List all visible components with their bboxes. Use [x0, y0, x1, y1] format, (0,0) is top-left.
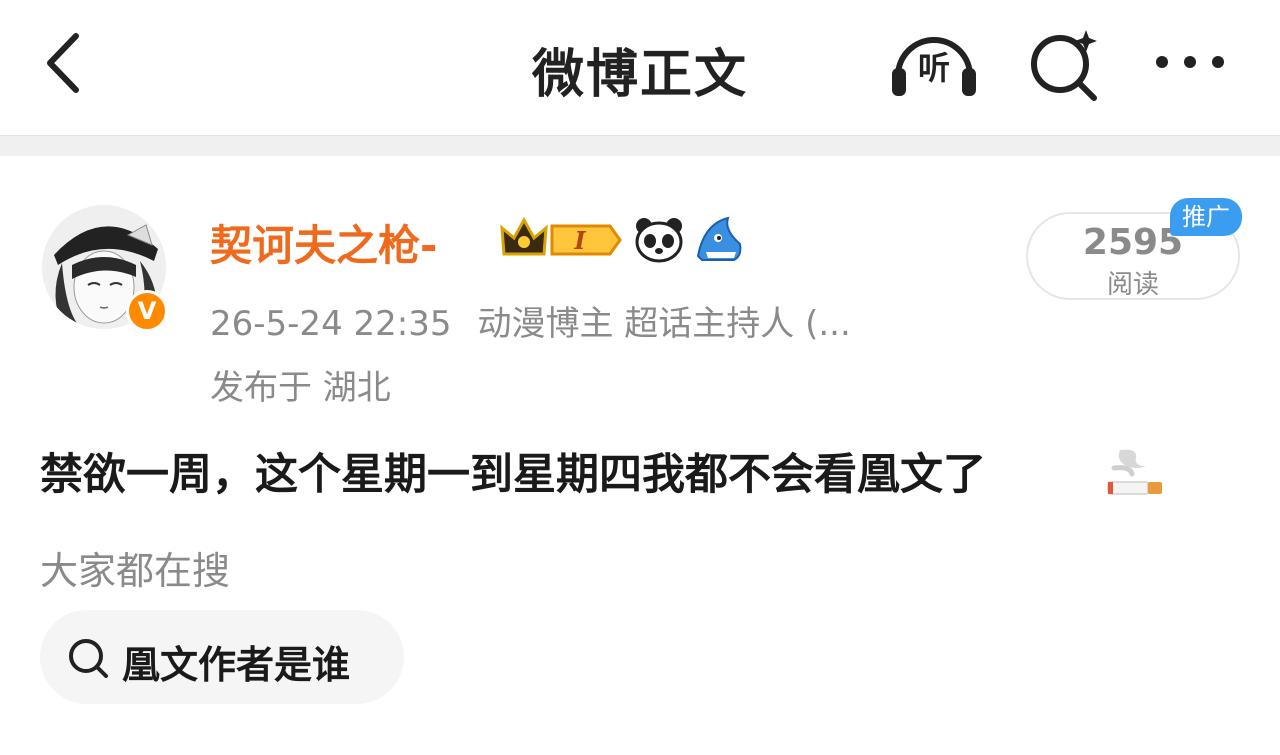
- post-content: 禁欲一周，这个星期一到星期四我都不会看凰文了: [40, 450, 986, 500]
- more-options-icon[interactable]: [1152, 42, 1232, 82]
- post-meta: 26-5-24 22:35 动漫博主 超话主持人 (...: [210, 296, 851, 345]
- hot-search-chip[interactable]: 凰文作者是谁: [40, 610, 404, 704]
- search-icon: [69, 639, 108, 678]
- post-time: 26-5-24 22:35: [210, 304, 452, 344]
- crown-level-badge-icon[interactable]: I: [498, 214, 624, 264]
- user-tags[interactable]: 动漫博主 超话主持人 (...: [478, 304, 851, 344]
- listen-label: 听: [917, 49, 950, 87]
- top-navigation-bar: 微博正文 听: [0, 0, 1280, 135]
- listen-button[interactable]: 听: [888, 26, 980, 100]
- badge-level-text: I: [573, 226, 586, 255]
- read-label: 阅读: [1106, 270, 1159, 300]
- hot-search-title: 大家都在搜: [40, 549, 231, 593]
- section-divider: [0, 135, 1280, 156]
- verified-v-icon: V: [126, 290, 168, 332]
- shark-badge-icon[interactable]: [694, 214, 746, 264]
- hot-search-label: 凰文作者是谁: [122, 643, 351, 687]
- panda-badge-icon[interactable]: [632, 214, 686, 264]
- search-sparkle-icon[interactable]: [1028, 28, 1102, 102]
- cigarette-emoji-icon: [1107, 449, 1162, 495]
- post-location: 发布于 湖北: [210, 368, 391, 408]
- promo-badge: 推广: [1170, 198, 1242, 236]
- username[interactable]: 契诃夫之枪-: [210, 212, 437, 273]
